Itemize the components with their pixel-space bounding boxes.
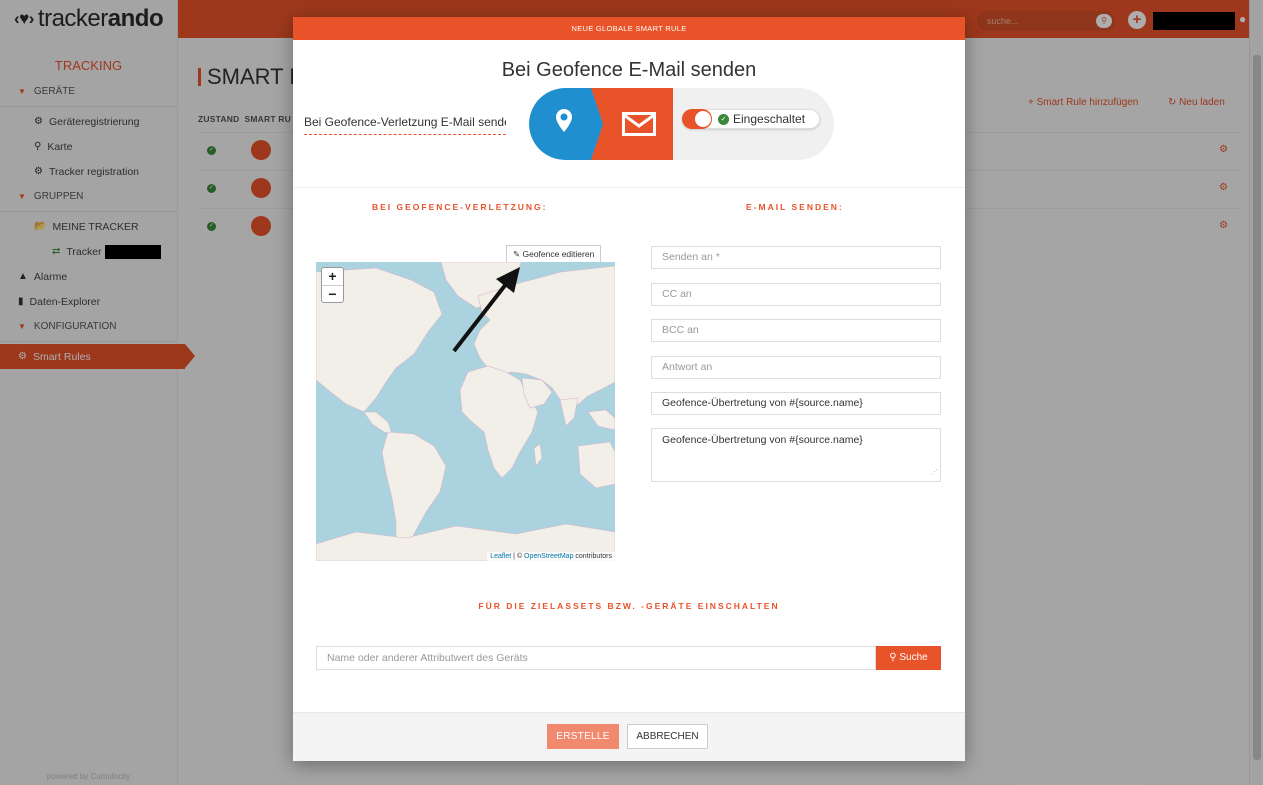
resize-handle-icon[interactable]: ⋰ bbox=[931, 466, 938, 480]
search-icon: ⚲ bbox=[889, 652, 900, 663]
asset-search-button-label: Suche bbox=[899, 652, 928, 663]
assets-section-heading: FÜR DIE ZIELASSETS BZW. -GERÄTE EINSCHAL… bbox=[478, 601, 780, 611]
modal-title: Bei Geofence E-Mail senden bbox=[501, 59, 757, 81]
attribution-separator: | © bbox=[511, 553, 525, 560]
attribution-tail: contributors bbox=[573, 553, 612, 560]
message-text: Geofence-Übertretung von #{source.name} bbox=[662, 434, 863, 446]
cancel-button[interactable]: ABBRECHEN bbox=[627, 724, 708, 749]
rule-name-input[interactable]: Bei Geofence-Verletzung E-Mail senden bbox=[304, 115, 506, 135]
leaflet-link[interactable]: Leaflet bbox=[490, 553, 511, 560]
modal-header: NEUE GLOBALE SMART RULE bbox=[293, 17, 965, 40]
message-textarea[interactable]: Geofence-Übertretung von #{source.name} … bbox=[651, 428, 941, 482]
zoom-in-button[interactable]: + bbox=[322, 268, 343, 285]
annotation-arrow bbox=[452, 267, 520, 353]
reply-to-input[interactable]: Antwort an bbox=[651, 356, 941, 379]
toggle-label: Eingeschaltet bbox=[733, 112, 806, 126]
flow-arrow bbox=[591, 88, 603, 160]
edit-geofence-label: Geofence editieren bbox=[522, 249, 595, 259]
enabled-toggle[interactable]: ✓ Eingeschaltet bbox=[682, 109, 820, 129]
zoom-out-button[interactable]: − bbox=[322, 285, 343, 302]
cc-input[interactable]: CC an bbox=[651, 283, 941, 306]
smart-rule-modal: NEUE GLOBALE SMART RULE Bei Geofence E-M… bbox=[293, 17, 965, 761]
subject-input[interactable]: Geofence-Übertretung von #{source.name} bbox=[651, 392, 941, 415]
rule-flow-graphic: ✓ Eingeschaltet bbox=[529, 88, 834, 160]
map-attribution: Leaflet | © OpenStreetMap contributors bbox=[487, 552, 615, 561]
divider bbox=[293, 187, 965, 188]
modal-footer: ERSTELLE ABBRECHEN bbox=[293, 712, 965, 761]
send-to-input[interactable]: Senden an * bbox=[651, 246, 941, 269]
asset-search-button[interactable]: ⚲ Suche bbox=[876, 646, 941, 670]
check-circle-icon: ✓ bbox=[718, 114, 729, 125]
asset-search-input[interactable]: Name oder anderer Attributwert des Gerät… bbox=[316, 646, 876, 670]
osm-link[interactable]: OpenStreetMap bbox=[524, 553, 573, 560]
create-button[interactable]: ERSTELLE bbox=[547, 724, 619, 749]
geofence-section-heading: BEI GEOFENCE-VERLETZUNG: bbox=[372, 202, 548, 212]
envelope-icon bbox=[622, 112, 656, 136]
map-zoom-control: + − bbox=[321, 267, 344, 303]
bcc-input[interactable]: BCC an bbox=[651, 319, 941, 342]
edit-geofence-button[interactable]: ✎ Geofence editieren bbox=[506, 245, 602, 263]
map-marker-icon bbox=[556, 109, 572, 132]
toggle-knob[interactable] bbox=[682, 109, 712, 129]
email-section-heading: E-MAIL SENDEN: bbox=[746, 202, 844, 212]
